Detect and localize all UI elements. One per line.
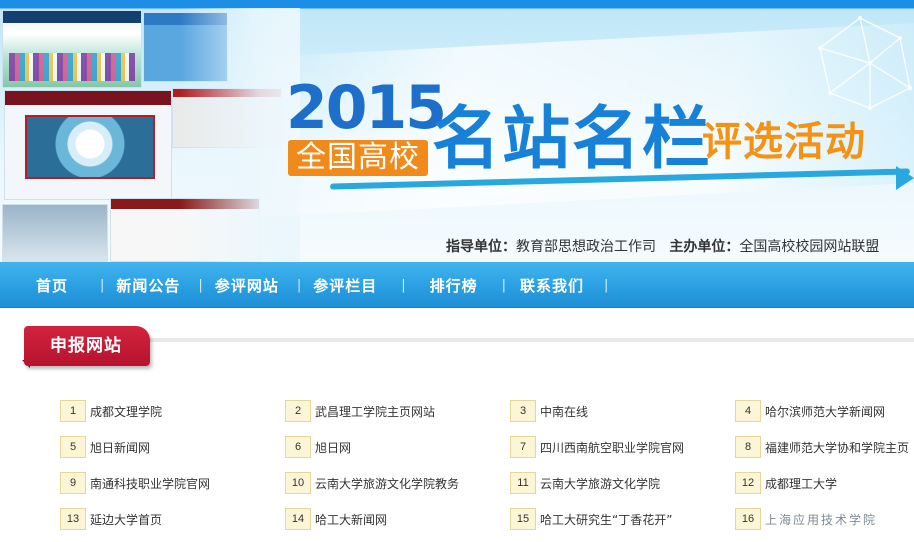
item-number: 5 xyxy=(60,436,86,458)
list-item: 16 上海应用技术学院 xyxy=(735,508,877,530)
site-link[interactable]: 成都理工大学 xyxy=(765,475,837,492)
banner-nation-label: 全国高校 xyxy=(288,140,428,176)
host-unit-label: 主办单位： xyxy=(669,239,740,255)
header-banner: 2015 全国高校 名站名栏 评选活动 指导单位：教育部思想政治工作司 主办单位… xyxy=(0,0,914,262)
site-link[interactable]: 南通科技职业学院官网 xyxy=(90,475,210,492)
list-item: 12 成都理工大学 xyxy=(735,472,837,494)
nav-separator: | xyxy=(198,277,203,293)
list-item: 14 哈工大新闻网 xyxy=(285,508,387,530)
item-number: 9 xyxy=(60,472,86,494)
list-item: 9 南通科技职业学院官网 xyxy=(60,472,210,494)
nav-news[interactable]: 新闻公告 xyxy=(116,275,180,296)
list-item: 6 旭日网 xyxy=(285,436,351,458)
list-item: 7 四川西南航空职业学院官网 xyxy=(510,436,684,458)
site-link[interactable]: 上海应用技术学院 xyxy=(765,511,877,528)
site-link[interactable]: 哈工大新闻网 xyxy=(315,511,387,528)
list-item: 10 云南大学旅游文化学院教务 xyxy=(285,472,459,494)
nav-separator: | xyxy=(296,277,302,293)
list-item: 2 武昌理工学院主页网站 xyxy=(285,400,435,422)
item-number: 14 xyxy=(285,508,311,530)
list-item: 11 云南大学旅游文化学院 xyxy=(510,472,660,494)
list-item: 3 中南在线 xyxy=(510,400,588,422)
item-number: 11 xyxy=(510,472,536,494)
collage-screenshot xyxy=(2,204,108,262)
site-link[interactable]: 四川西南航空职业学院官网 xyxy=(540,439,684,456)
section-title: 申报网站 xyxy=(24,326,150,366)
item-number: 8 xyxy=(735,436,761,458)
banner-main-title: 名站名栏 xyxy=(432,100,713,179)
list-item: 13 延边大学首页 xyxy=(60,508,162,530)
banner-sponsors: 指导单位：教育部思想政治工作司 主办单位：全国高校校园网站联盟 xyxy=(446,236,879,256)
main-content: 申报网站 1 成都文理学院 2 武昌理工学院主页网站 3 中南在线 4 哈尔滨师… xyxy=(0,308,914,542)
guide-unit-label: 指导单位： xyxy=(446,239,516,255)
section-divider xyxy=(150,338,914,342)
site-link[interactable]: 旭日新闻网 xyxy=(90,439,150,456)
site-link[interactable]: 哈尔滨师范大学新闻网 xyxy=(765,403,885,420)
site-link[interactable]: 云南大学旅游文化学院教务 xyxy=(315,475,459,492)
item-number: 12 xyxy=(735,472,761,494)
swoosh-arrow-icon xyxy=(896,166,914,190)
list-item: 5 旭日新闻网 xyxy=(60,436,150,458)
guide-unit-value: 教育部思想政治工作司 xyxy=(516,239,656,255)
nav-separator: | xyxy=(401,277,406,293)
item-number: 1 xyxy=(60,400,86,422)
nav-contact[interactable]: 联系我们 xyxy=(520,275,584,296)
site-link[interactable]: 武昌理工学院主页网站 xyxy=(315,403,435,420)
item-number: 16 xyxy=(735,508,761,530)
nav-separator: | xyxy=(100,277,105,293)
host-unit-value: 全国高校校园网站联盟 xyxy=(739,239,880,255)
main-nav: 首页 | 新闻公告 | 参评网站 | 参评栏目 | 排行榜 | 联系我们 | xyxy=(0,262,914,308)
site-link[interactable]: 成都文理学院 xyxy=(90,403,162,420)
list-item: 15 哈工大研究生“丁香花开” xyxy=(510,508,672,530)
nav-ranking[interactable]: 排行榜 xyxy=(430,275,478,296)
nav-sites[interactable]: 参评网站 xyxy=(215,275,279,296)
item-number: 7 xyxy=(510,436,536,458)
item-number: 15 xyxy=(510,508,536,530)
polygon-decoration-icon xyxy=(818,16,912,110)
site-link[interactable]: 福建师范大学协和学院主页 xyxy=(765,439,909,456)
collage-screenshot xyxy=(2,10,142,88)
site-link[interactable]: 云南大学旅游文化学院 xyxy=(540,475,660,492)
site-link[interactable]: 延边大学首页 xyxy=(90,511,162,528)
list-item: 1 成都文理学院 xyxy=(60,400,162,422)
item-number: 13 xyxy=(60,508,86,530)
item-number: 4 xyxy=(735,400,761,422)
list-item: 8 福建师范大学协和学院主页 xyxy=(735,436,909,458)
nav-columns[interactable]: 参评栏目 xyxy=(313,275,377,296)
site-link[interactable]: 旭日网 xyxy=(315,439,351,456)
list-item: 4 哈尔滨师范大学新闻网 xyxy=(735,400,885,422)
nav-separator: | xyxy=(501,277,507,293)
item-number: 2 xyxy=(285,400,311,422)
banner-year: 2015 xyxy=(286,73,447,143)
website-collage-image xyxy=(0,8,300,262)
item-number: 3 xyxy=(510,400,536,422)
item-number: 6 xyxy=(285,436,311,458)
site-link[interactable]: 哈工大研究生“丁香花开” xyxy=(540,511,672,528)
nav-separator: | xyxy=(604,277,609,293)
item-number: 10 xyxy=(285,472,311,494)
collage-screenshot xyxy=(4,90,172,200)
nav-home[interactable]: 首页 xyxy=(36,275,68,296)
site-link[interactable]: 中南在线 xyxy=(540,403,588,420)
banner-sub-title: 评选活动 xyxy=(702,119,866,165)
